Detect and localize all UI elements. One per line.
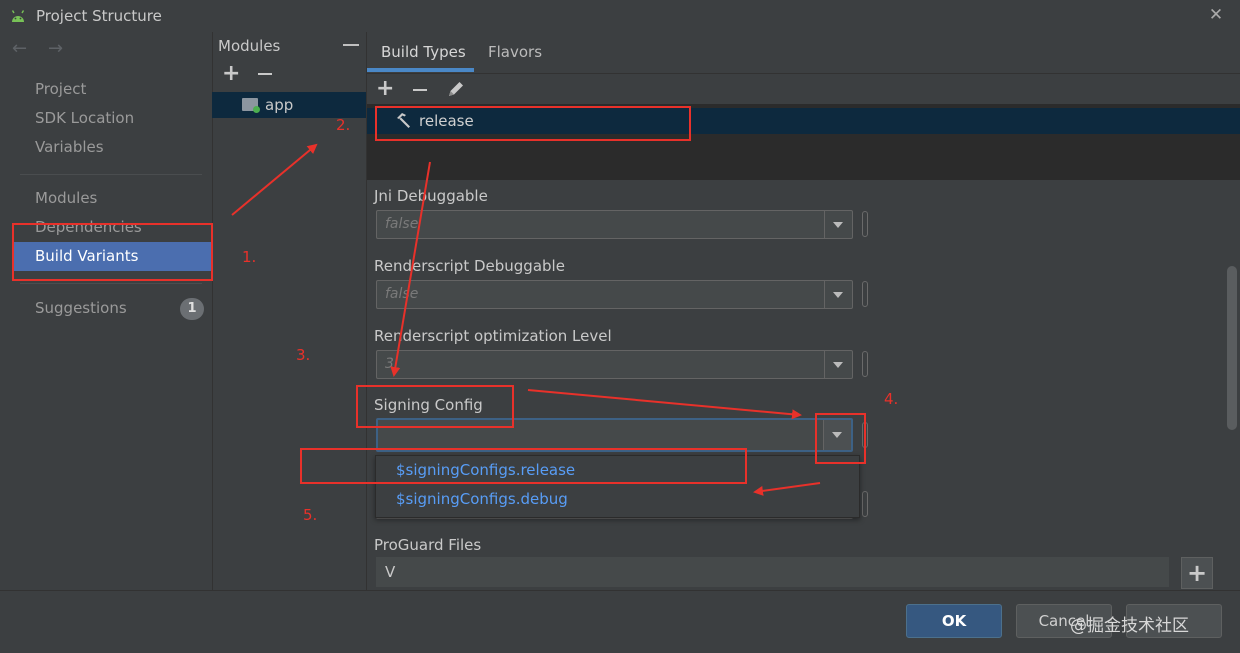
jni-debuggable-select[interactable]: false (376, 210, 853, 239)
nav-divider (20, 174, 202, 175)
dropdown-option-debug[interactable]: $signingConfigs.debug (396, 490, 568, 508)
annotation-box-signing-label (356, 385, 514, 428)
module-status-dot (253, 106, 260, 113)
collapse-icon[interactable] (343, 44, 359, 46)
tab-flavors[interactable]: Flavors (488, 43, 542, 61)
nav-item-modules[interactable]: Modules (12, 184, 212, 213)
field-side-marker (862, 211, 868, 237)
annotation-box-release-option (300, 448, 747, 484)
annotation-step-1: 1. (242, 248, 257, 266)
renderscript-opt-level-label: Renderscript optimization Level (374, 327, 612, 345)
renderscript-debuggable-value: false (385, 286, 419, 302)
proguard-files-value: V (385, 563, 396, 581)
add-module-button[interactable]: + (222, 63, 240, 85)
remove-module-button[interactable] (258, 73, 272, 75)
android-icon (11, 10, 25, 22)
nav-divider (20, 283, 202, 284)
scrollbar-thumb[interactable] (1227, 266, 1237, 430)
back-arrow-icon[interactable]: ← (12, 38, 27, 59)
annotation-step-5: 5. (303, 506, 318, 524)
field-side-marker (862, 491, 868, 517)
renderscript-debuggable-label: Renderscript Debuggable (374, 257, 565, 275)
jni-debuggable-value: false (385, 216, 419, 232)
nav-item-sdk-location[interactable]: SDK Location (12, 104, 212, 133)
dropdown-button[interactable] (824, 351, 852, 378)
annotation-box-build-variants (12, 223, 213, 281)
tab-divider (367, 73, 1240, 74)
window-title: Project Structure (36, 7, 162, 25)
annotation-step-2: 2. (336, 116, 351, 134)
field-side-marker (862, 281, 868, 307)
chevron-down-icon (833, 222, 843, 228)
close-icon[interactable]: ✕ (1206, 4, 1226, 26)
suggestions-count-badge: 1 (180, 298, 204, 320)
annotation-box-release (375, 106, 691, 141)
nav-item-variables[interactable]: Variables (12, 133, 212, 162)
annotation-box-dropdown-button (815, 413, 866, 464)
ok-button[interactable]: OK (906, 604, 1002, 638)
renderscript-opt-level-value: 3 (385, 356, 394, 372)
module-label: app (265, 96, 294, 114)
renderscript-debuggable-select[interactable]: false (376, 280, 853, 309)
annotation-step-4: 4. (884, 390, 899, 408)
forward-arrow-icon[interactable]: → (48, 38, 63, 59)
chevron-down-icon (833, 292, 843, 298)
modules-title: Modules (218, 37, 281, 55)
active-tab-indicator (367, 68, 474, 72)
watermark-text: @掘金技术社区 (1070, 616, 1189, 636)
pencil-icon[interactable] (446, 79, 466, 99)
nav-item-project[interactable]: Project (12, 75, 212, 104)
renderscript-opt-level-select[interactable]: 3 (376, 350, 853, 379)
tab-build-types[interactable]: Build Types (381, 43, 466, 61)
title-bar (0, 0, 1240, 32)
dropdown-button[interactable] (824, 281, 852, 308)
remove-build-type-button[interactable] (413, 89, 427, 91)
proguard-files-label: ProGuard Files (374, 536, 482, 554)
field-side-marker (862, 351, 868, 377)
chevron-down-icon (833, 362, 843, 368)
jni-debuggable-label: Jni Debuggable (374, 187, 488, 205)
add-proguard-file-button[interactable]: + (1181, 557, 1213, 589)
add-build-type-button[interactable]: + (376, 78, 394, 100)
annotation-step-3: 3. (296, 346, 311, 364)
dropdown-button[interactable] (824, 211, 852, 238)
proguard-files-input[interactable] (376, 557, 1169, 587)
